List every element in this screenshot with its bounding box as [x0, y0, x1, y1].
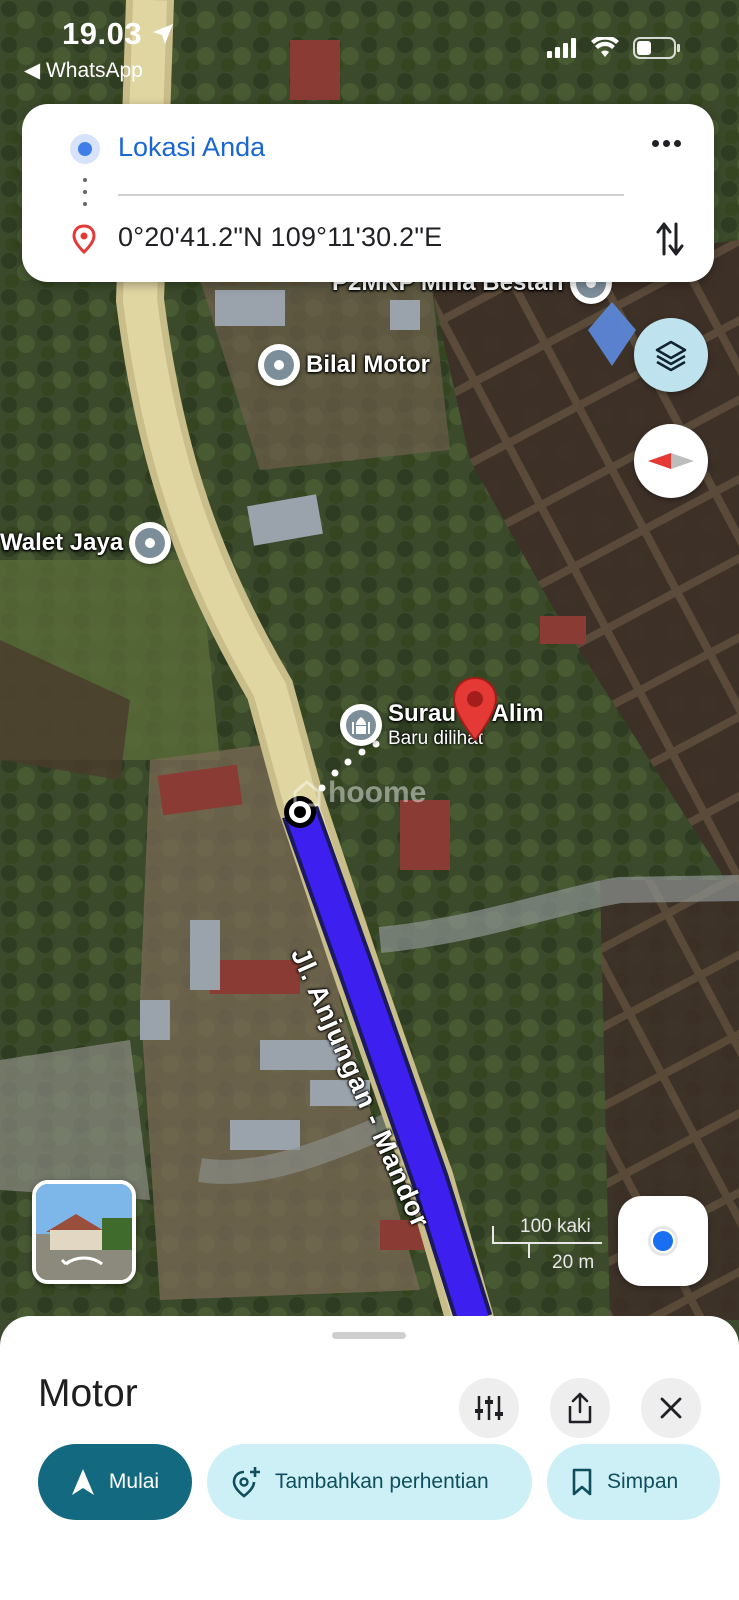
poi-pin-icon — [129, 522, 172, 564]
destination-pin-icon[interactable] — [452, 676, 498, 742]
watermark: hoome — [292, 776, 426, 810]
swap-directions-icon[interactable] — [656, 220, 684, 258]
map-layers-button[interactable] — [634, 318, 708, 392]
poi-label: Bilal Motor — [306, 351, 430, 378]
directions-card — [22, 104, 714, 282]
compass-icon — [648, 453, 694, 469]
more-options-icon[interactable] — [652, 140, 681, 147]
save-button[interactable]: Simpan — [547, 1444, 720, 1520]
back-to-app-link[interactable]: ◀ WhatsApp — [24, 58, 143, 83]
origin-field[interactable]: Lokasi Anda — [118, 132, 265, 163]
add-location-icon — [232, 1467, 260, 1498]
add-stop-label: Tambahkan perhentian — [275, 1470, 489, 1493]
poi-surau-al-alim[interactable]: Surau Al Alim Baru dilihat — [340, 700, 544, 750]
destination-field[interactable]: 0°20'41.2"N 109°11'30.2"E — [118, 222, 442, 253]
save-label: Simpan — [607, 1470, 679, 1493]
navigation-arrow-icon — [71, 1469, 94, 1495]
start-label: Mulai — [108, 1470, 160, 1493]
origin-location-icon — [70, 134, 100, 164]
bookmark-icon — [572, 1468, 592, 1496]
tune-icon — [475, 1396, 503, 1420]
sheet-drag-handle[interactable] — [332, 1332, 406, 1339]
route-options-button[interactable] — [459, 1378, 519, 1438]
close-button[interactable] — [641, 1378, 701, 1438]
my-location-icon — [648, 1226, 678, 1256]
compass-button[interactable] — [634, 424, 708, 498]
my-location-button[interactable] — [618, 1196, 708, 1286]
battery-icon — [633, 37, 680, 59]
start-navigation-button[interactable]: Mulai — [38, 1444, 192, 1520]
poi-walet-jaya[interactable]: Walet Jaya — [0, 522, 172, 564]
travel-mode-title: Motor — [38, 1372, 138, 1415]
status-time: 19.03 — [62, 16, 175, 52]
poi-bilal-motor[interactable]: Bilal Motor — [258, 344, 430, 386]
poi-pin-icon — [258, 344, 300, 386]
destination-marker-icon — [72, 224, 96, 254]
wifi-icon — [591, 37, 619, 57]
street-view-thumbnail[interactable] — [32, 1180, 136, 1284]
divider — [118, 194, 624, 196]
street-view-image — [36, 1184, 132, 1280]
route-connector — [83, 178, 87, 210]
poi-label: Walet Jaya — [0, 529, 124, 556]
add-stop-button[interactable]: Tambahkan perhentian — [207, 1444, 532, 1520]
status-bar: 19.03 ◀ WhatsApp — [0, 0, 739, 96]
layers-icon — [655, 340, 687, 372]
location-arrow-icon — [153, 24, 174, 44]
bottom-sheet: Motor Mulai Tambahkan perhentian Simpan — [0, 1316, 739, 1600]
share-icon — [568, 1392, 592, 1424]
mosque-icon — [340, 704, 382, 746]
close-icon — [660, 1397, 682, 1419]
signal-icon — [547, 38, 576, 58]
share-button[interactable] — [550, 1378, 610, 1438]
